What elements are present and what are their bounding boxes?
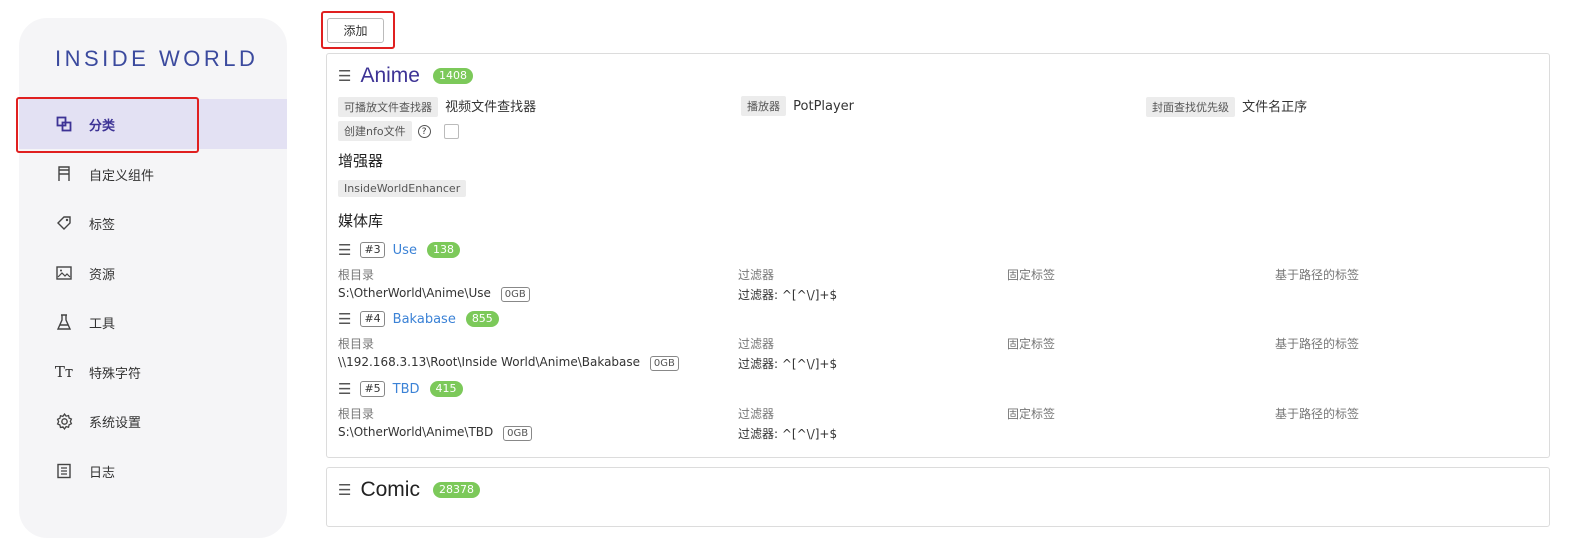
category-card-anime: ☰ Anime 1408 可播放文件查找器 视频文件查找器 播放器 PotPla… <box>326 53 1550 458</box>
filter-label: 过滤器 <box>738 337 775 351</box>
nfo-checkbox[interactable] <box>443 123 459 139</box>
drag-handle-icon[interactable]: ☰ <box>338 481 351 499</box>
size-badge: 0GB <box>503 426 533 441</box>
path-tags-label: 基于路径的标签 <box>1275 337 1360 351</box>
filter-value[interactable]: 过滤器: ^[^\/]+$ <box>738 286 837 303</box>
category-header: ☰ Anime 1408 <box>338 64 473 88</box>
category-title[interactable]: Anime <box>360 64 420 88</box>
log-icon <box>55 462 73 480</box>
drag-handle-icon[interactable]: ☰ <box>338 67 351 85</box>
sidebar-item-label: 分类 <box>89 118 116 134</box>
root-path: S:\OtherWorld\Anime\Use 0GB <box>338 286 530 302</box>
root-label: 根目录 <box>338 268 375 282</box>
image-icon <box>55 264 73 282</box>
size-badge: 0GB <box>500 287 530 302</box>
library-id: #4 <box>360 311 385 327</box>
path-tags-label: 基于路径的标签 <box>1275 407 1360 421</box>
library-name[interactable]: TBD <box>393 382 420 397</box>
enhancer-tag: InsideWorldEnhancer <box>338 180 467 197</box>
library-header: ☰ #3 Use 138 <box>338 241 460 259</box>
root-label: 根目录 <box>338 407 375 421</box>
tag-icon <box>55 214 73 232</box>
root-path: S:\OtherWorld\Anime\TBD 0GB <box>338 425 533 441</box>
player-finder-prop: 可播放文件查找器 视频文件查找器 <box>338 96 536 117</box>
help-icon[interactable]: ? <box>417 124 431 138</box>
sidebar-item-label: 自定义组件 <box>89 168 155 184</box>
library-header: ☰ #4 Bakabase 855 <box>338 310 499 328</box>
library-id: #5 <box>360 381 385 397</box>
sidebar-item-tags[interactable]: 标签 <box>19 198 287 248</box>
filter-label: 过滤器 <box>738 268 775 282</box>
sidebar-item-label: 资源 <box>89 267 116 283</box>
library-name[interactable]: Use <box>393 243 417 258</box>
prop-label: 播放器 <box>741 96 786 116</box>
root-path-value[interactable]: \\192.168.3.13\Root\Inside World\Anime\B… <box>338 355 640 369</box>
prop-label: 封面查找优先级 <box>1146 97 1235 117</box>
enhancer-name[interactable]: InsideWorldEnhancer <box>338 180 467 197</box>
filter-value[interactable]: 过滤器: ^[^\/]+$ <box>738 425 837 442</box>
app-logo: INSIDE WORLD <box>55 46 259 71</box>
sidebar-item-settings[interactable]: 系统设置 <box>19 396 287 446</box>
sidebar-item-label: 标签 <box>89 217 116 233</box>
sidebar-item-resources[interactable]: 资源 <box>19 248 287 298</box>
sidebar-item-label: 日志 <box>89 465 116 481</box>
size-badge: 0GB <box>649 356 679 371</box>
sidebar: INSIDE WORLD 分类 自定义组件 标签 资源 工具 Tт 特殊字符 系… <box>19 18 287 538</box>
fixed-tags-label: 固定标签 <box>1007 337 1056 351</box>
count-badge: 1408 <box>432 68 473 84</box>
sidebar-item-category[interactable]: 分类 <box>19 99 287 149</box>
prop-label: 可播放文件查找器 <box>338 97 438 117</box>
sidebar-item-label: 特殊字符 <box>89 366 142 382</box>
filter-label: 过滤器 <box>738 407 775 421</box>
prop-value[interactable]: 视频文件查找器 <box>445 100 536 115</box>
root-path-value[interactable]: S:\OtherWorld\Anime\TBD <box>338 425 493 439</box>
sidebar-item-label: 工具 <box>89 316 116 332</box>
drag-handle-icon[interactable]: ☰ <box>338 241 351 259</box>
category-header: ☰ Comic 28378 <box>338 478 480 502</box>
category-card-comic: ☰ Comic 28378 <box>326 467 1550 527</box>
prop-label: 创建nfo文件 <box>338 121 412 141</box>
player-prop: 播放器 PotPlayer <box>741 96 854 116</box>
sidebar-item-components[interactable]: 自定义组件 <box>19 149 287 199</box>
library-header: ☰ #5 TBD 415 <box>338 380 463 398</box>
filter-value[interactable]: 过滤器: ^[^\/]+$ <box>738 355 837 372</box>
sidebar-item-label: 系统设置 <box>89 415 142 431</box>
add-button[interactable]: 添加 <box>327 18 384 43</box>
count-badge: 855 <box>465 311 499 327</box>
cover-priority-prop: 封面查找优先级 文件名正序 <box>1146 96 1307 117</box>
root-label: 根目录 <box>338 337 375 351</box>
count-badge: 28378 <box>432 482 480 498</box>
sidebar-item-log[interactable]: 日志 <box>19 446 287 496</box>
fixed-tags-label: 固定标签 <box>1007 407 1056 421</box>
sidebar-item-tools[interactable]: 工具 <box>19 297 287 347</box>
category-icon <box>55 115 73 133</box>
media-library-heading: 媒体库 <box>338 212 384 230</box>
drag-handle-icon[interactable]: ☰ <box>338 380 351 398</box>
nfo-prop: 创建nfo文件 ? <box>338 121 459 141</box>
fixed-tags-label: 固定标签 <box>1007 268 1056 282</box>
sidebar-item-special-chars[interactable]: Tт 特殊字符 <box>19 347 287 397</box>
enhancer-heading: 增强器 <box>338 152 384 170</box>
library-name[interactable]: Bakabase <box>393 312 456 327</box>
root-path: \\192.168.3.13\Root\Inside World\Anime\B… <box>338 355 679 371</box>
gear-icon <box>55 412 73 430</box>
flask-icon <box>55 313 73 331</box>
prop-value[interactable]: 文件名正序 <box>1242 100 1307 115</box>
count-badge: 138 <box>426 242 460 258</box>
path-tags-label: 基于路径的标签 <box>1275 268 1360 282</box>
text-icon: Tт <box>54 363 74 381</box>
drag-handle-icon[interactable]: ☰ <box>338 310 351 328</box>
category-title[interactable]: Comic <box>360 478 420 502</box>
root-path-value[interactable]: S:\OtherWorld\Anime\Use <box>338 286 491 300</box>
library-id: #3 <box>360 242 385 258</box>
component-icon <box>55 165 73 183</box>
prop-value[interactable]: PotPlayer <box>793 99 854 114</box>
count-badge: 415 <box>429 381 463 397</box>
